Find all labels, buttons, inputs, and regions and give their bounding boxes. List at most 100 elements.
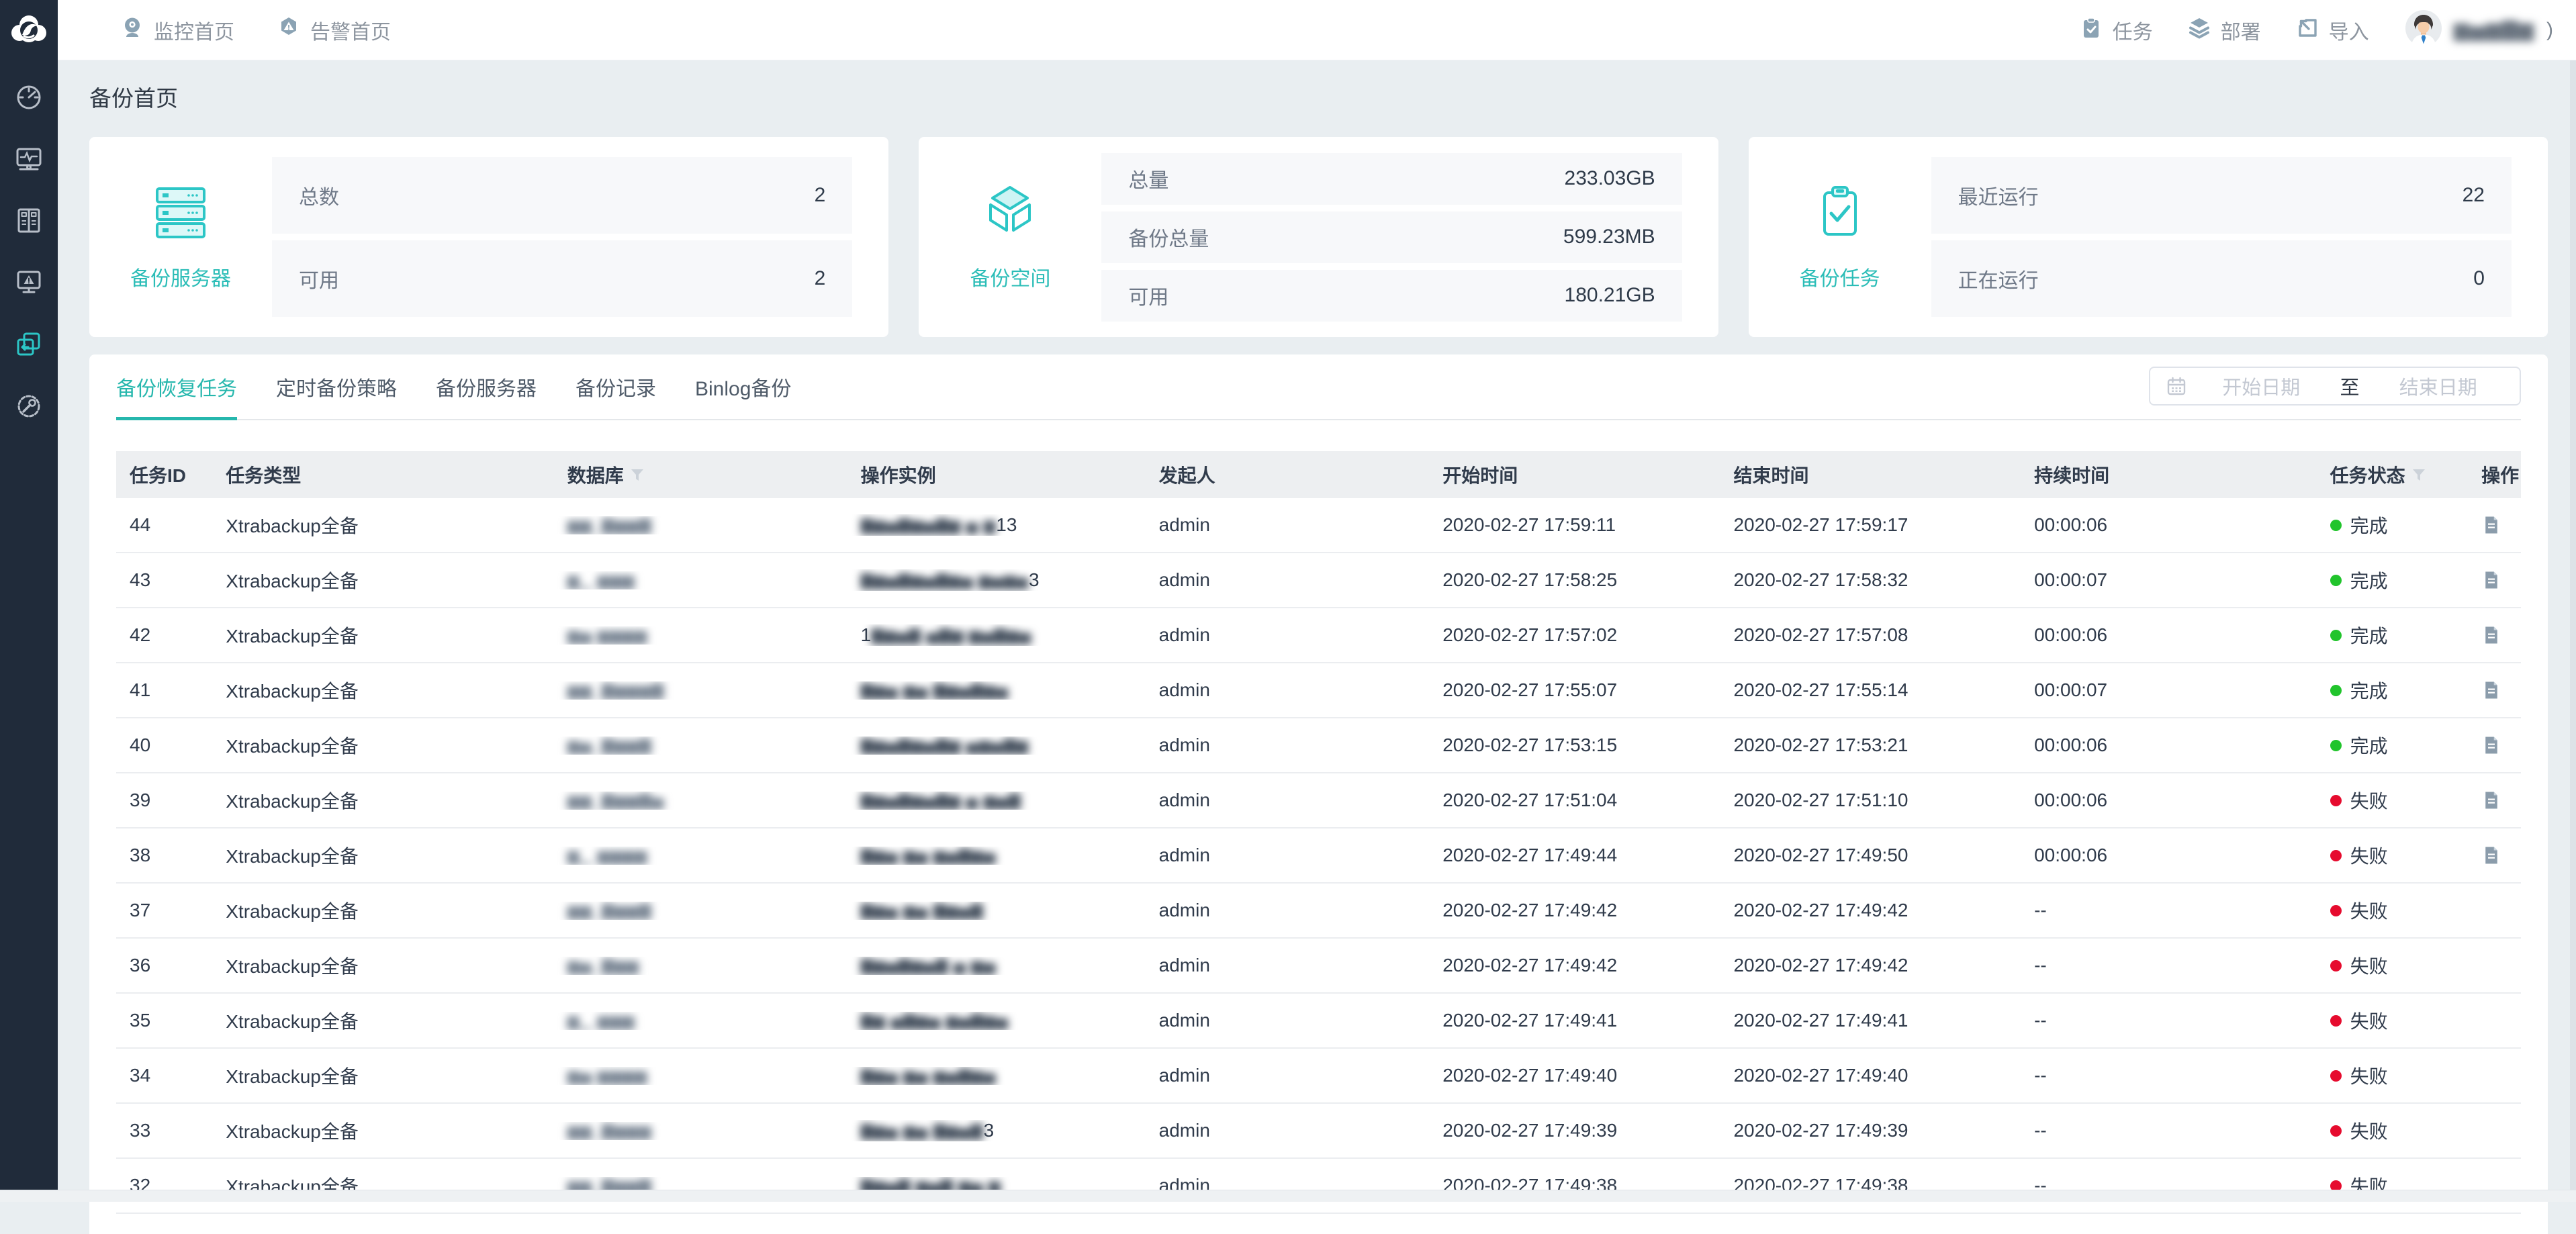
stat-label: 总数 [299, 181, 339, 210]
nav-alert-home[interactable]: 告警首页 [277, 15, 391, 45]
cell-task-status: 完成 [2317, 567, 2469, 594]
status-dot [2330, 850, 2342, 861]
cell-database: ▆▅ ▆▆▆▆ [554, 626, 847, 645]
cell-task-id: 37 [116, 900, 212, 921]
cell-task-id: 44 [116, 514, 212, 536]
cell-task-type: Xtrabackup全备 [212, 787, 554, 814]
cell-initiator: admin [1146, 955, 1430, 976]
view-log-icon[interactable] [2481, 735, 2501, 755]
cell-operations [2468, 845, 2521, 865]
stat-value: 2 [815, 184, 826, 207]
stat-row: 备份总量 599.23MB [1101, 211, 1682, 263]
cell-initiator: admin [1146, 900, 1430, 921]
tabs: 备份恢复任务 定时备份策略 备份服务器 备份记录 Binlog备份 [116, 372, 791, 419]
cell-operations [2468, 1121, 2521, 1141]
view-log-icon[interactable] [2481, 680, 2501, 700]
view-log-icon[interactable] [2481, 515, 2501, 535]
cell-initiator: admin [1146, 1010, 1430, 1031]
cell-task-type: Xtrabackup全备 [212, 842, 554, 869]
cell-task-status: 失败 [2317, 952, 2469, 979]
view-log-icon[interactable] [2481, 790, 2501, 810]
horizontal-scrollbar[interactable] [0, 1190, 2576, 1202]
cell-duration: -- [2021, 900, 2316, 921]
end-date-input[interactable]: 结束日期 [2364, 372, 2514, 400]
tab[interactable]: 定时备份策略 [276, 372, 397, 419]
sidebar-item-server-cabinet-icon[interactable] [14, 206, 44, 236]
cell-task-type: Xtrabackup全备 [212, 1007, 554, 1034]
tab-label: 备份服务器 [436, 378, 537, 400]
cell-duration: 00:00:07 [2021, 679, 2316, 701]
vertical-scrollbar[interactable] [2570, 60, 2576, 1190]
cell-start-time: 2020-02-27 17:57:02 [1429, 624, 1720, 646]
action-tasks[interactable]: 任务 [2080, 15, 2153, 45]
col-task-id: 任务ID [116, 461, 212, 488]
cell-database: ▆▆_▇▆▆▆▇ [554, 681, 847, 700]
table-row: 42 Xtrabackup全备 ▆▅ ▆▆▆▆ 1▇▆▅▇ ▅▇▆:▆▅▇▆▅ … [116, 608, 2521, 663]
cell-task-type: Xtrabackup全备 [212, 1062, 554, 1089]
sidebar-item-backup-restore-icon[interactable] [14, 330, 44, 359]
tab[interactable]: 备份记录 [576, 372, 656, 419]
action-import-label: 导入 [2329, 15, 2369, 45]
nav-monitor-home[interactable]: 监控首页 [121, 15, 234, 45]
col-duration: 持续时间 [2021, 461, 2316, 488]
tab[interactable]: Binlog备份 [695, 372, 791, 419]
filter-funnel-icon[interactable] [631, 469, 644, 481]
redacted-instance: ▇▆▅ ▆▅ ▇▆▅▇ [861, 1122, 984, 1140]
cell-task-status: 完成 [2317, 732, 2469, 759]
stat-value: 0 [2473, 267, 2485, 290]
cell-task-id: 42 [116, 624, 212, 646]
cell-duration: 00:00:07 [2021, 569, 2316, 591]
cell-operations [2468, 680, 2521, 700]
sidebar-item-settings-wrench-icon[interactable] [14, 391, 44, 421]
col-start-time: 开始时间 [1429, 461, 1720, 488]
cell-task-type: Xtrabackup全备 [212, 677, 554, 704]
cell-end-time: 2020-02-27 17:49:39 [1720, 1120, 2021, 1141]
tab-label: 备份恢复任务 [116, 378, 237, 400]
cell-start-time: 2020-02-27 17:49:42 [1429, 955, 1720, 976]
view-log-icon[interactable] [2481, 570, 2501, 590]
action-import[interactable]: 导入 [2296, 15, 2369, 45]
app-logo-cloud-dolphin-icon[interactable] [7, 7, 51, 54]
alert-hexagon-icon [277, 16, 300, 44]
view-log-icon[interactable] [2481, 845, 2501, 865]
cell-instance: ▇▆▅▇▆▅▇▆▅ ▆▅▆▅3 [847, 569, 1146, 591]
sidebar-item-monitor-alert-icon[interactable] [14, 268, 44, 297]
filter-funnel-icon[interactable] [2412, 469, 2426, 481]
sidebar-item-monitor-pulse-icon[interactable] [14, 144, 44, 174]
status-label: 失败 [2350, 1117, 2388, 1144]
action-deploy[interactable]: 部署 [2188, 15, 2261, 45]
cell-task-id: 41 [116, 679, 212, 701]
status-dot [2330, 905, 2342, 916]
cell-database: ▆▁ ▆▆▆▆ [554, 847, 847, 865]
cell-task-type: Xtrabackup全备 [212, 897, 554, 924]
date-range-picker[interactable]: 开始日期 至 结束日期 [2149, 367, 2521, 406]
cell-start-time: 2020-02-27 17:55:07 [1429, 679, 1720, 701]
user-name-masked: ▆▅▆▇▆ [2454, 18, 2534, 42]
status-dot [2330, 685, 2342, 696]
start-date-input[interactable]: 开始日期 [2187, 372, 2336, 400]
card-rows: 最近运行 22 正在运行 0 [1931, 157, 2512, 317]
redacted-instance: ▇▆▅ ▆▅ ▇▆▅▇▆▅ [861, 681, 1009, 700]
cell-duration: -- [2021, 1065, 2316, 1086]
cell-instance: ▇▆▅▇▆▅▇▆ ▅ ▆▅▇ [847, 792, 1146, 810]
redacted-instance: ▇▆▅▇▆▅▇▆ ▅ ▆ [861, 516, 997, 534]
cell-duration: 00:00:06 [2021, 734, 2316, 756]
status-dot [2330, 795, 2342, 806]
cell-database: ▆▅ ▆▆▆▆ [554, 1067, 847, 1085]
cell-initiator: admin [1146, 1065, 1430, 1086]
cell-start-time: 2020-02-27 17:49:40 [1429, 1065, 1720, 1086]
sidebar-item-dashboard-gauge-icon[interactable] [14, 83, 44, 112]
status-label: 完成 [2350, 567, 2388, 594]
cell-initiator: admin [1146, 569, 1430, 591]
redacted-database: ▆▁ ▆▆▆ [567, 571, 635, 589]
tab[interactable]: 备份恢复任务 [116, 372, 237, 419]
cell-duration: 00:00:06 [2021, 845, 2316, 866]
view-log-icon[interactable] [2481, 625, 2501, 645]
redacted-instance: ▇▆▅ ▆▅ ▇▆▅▇ [861, 902, 984, 920]
card-title: 备份任务 [1800, 262, 1880, 291]
table-row: 35 Xtrabackup全备 ▆▁ ▆▆▆ ▇▆ ▅▇▆▅ ▆▅▇▆▅ adm… [116, 994, 2521, 1049]
tab[interactable]: 备份服务器 [436, 372, 537, 419]
cell-end-time: 2020-02-27 17:49:50 [1720, 845, 2021, 866]
user-menu[interactable]: ▆▅▆▇▆ ) [2405, 10, 2553, 50]
table-row: 32 Xtrabackup全备 ▆▆_▇▆▆▇ ▇▆▅▇ ▆▅▇ ▆▅ ▆ ad… [116, 1159, 2521, 1214]
